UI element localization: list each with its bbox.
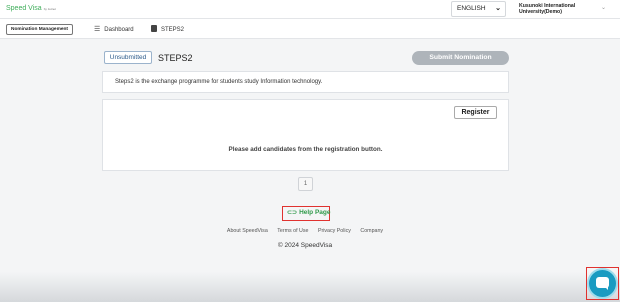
top-bar: Speed Visa by Jetnet ENGLISH ⌄ Kusunoki I… bbox=[0, 0, 620, 19]
footer-link-privacy[interactable]: Privacy Policy bbox=[318, 228, 351, 234]
footer-link-about[interactable]: About SpeedVisa bbox=[227, 228, 268, 234]
footer-link-terms[interactable]: Terms of Use bbox=[277, 228, 308, 234]
brand-sub: by Jetnet bbox=[43, 7, 56, 11]
submit-nomination-button[interactable]: Submit Nomination bbox=[412, 51, 509, 65]
register-button[interactable]: Register bbox=[454, 106, 497, 119]
candidates-card: Register Please add candidates from the … bbox=[102, 99, 509, 171]
chat-bubble-tail bbox=[604, 286, 608, 290]
language-value: ENGLISH bbox=[457, 5, 486, 12]
list-icon: ☰ bbox=[94, 26, 101, 33]
organization-name: Kusunoki International University(Demo) bbox=[519, 3, 576, 16]
pagination-page[interactable]: 1 bbox=[298, 177, 313, 191]
description-text: Steps2 is the exchange programme for stu… bbox=[115, 79, 323, 85]
page-title: STEPS2 bbox=[158, 53, 193, 63]
brand-logo[interactable]: Speed Visa by Jetnet bbox=[6, 5, 56, 12]
nav-item-label: Dashboard bbox=[104, 27, 134, 33]
help-page-link[interactable]: ⊂⊃ Help Page bbox=[282, 206, 331, 221]
status-badge: Unsubmitted bbox=[104, 51, 152, 64]
bottom-shade bbox=[0, 272, 620, 302]
nav-item-steps2[interactable]: STEPS2 bbox=[151, 25, 184, 33]
language-select[interactable]: ENGLISH ⌄ bbox=[451, 1, 506, 17]
chat-button[interactable] bbox=[589, 270, 616, 297]
clipboard-icon bbox=[151, 25, 157, 32]
nav-item-dashboard[interactable]: ☰ Dashboard bbox=[94, 25, 134, 33]
footer-link-company[interactable]: Company bbox=[360, 228, 383, 234]
brand-name: Speed Visa bbox=[6, 5, 42, 12]
empty-state-message: Please add candidates from the registrat… bbox=[228, 146, 383, 153]
copyright: © 2024 SpeedVisa bbox=[277, 242, 333, 249]
sub-nav-bar: Nomination Management ☰ Dashboard STEPS2 bbox=[0, 19, 620, 39]
nomination-management-button[interactable]: Nomination Management bbox=[6, 24, 74, 35]
chat-highlight bbox=[586, 267, 619, 300]
chevron-down-icon: ⌄ bbox=[600, 5, 606, 11]
chevron-down-icon: ⌄ bbox=[495, 5, 501, 12]
description-card: Steps2 is the exchange programme for stu… bbox=[102, 71, 509, 93]
help-page-label: Help Page bbox=[299, 209, 331, 216]
footer-links: About SpeedVisa Terms of Use Privacy Pol… bbox=[0, 228, 610, 234]
organization-select[interactable]: Kusunoki International University(Demo) … bbox=[512, 0, 608, 18]
nav-item-label: STEPS2 bbox=[161, 27, 185, 33]
link-icon: ⊂⊃ bbox=[287, 210, 298, 216]
